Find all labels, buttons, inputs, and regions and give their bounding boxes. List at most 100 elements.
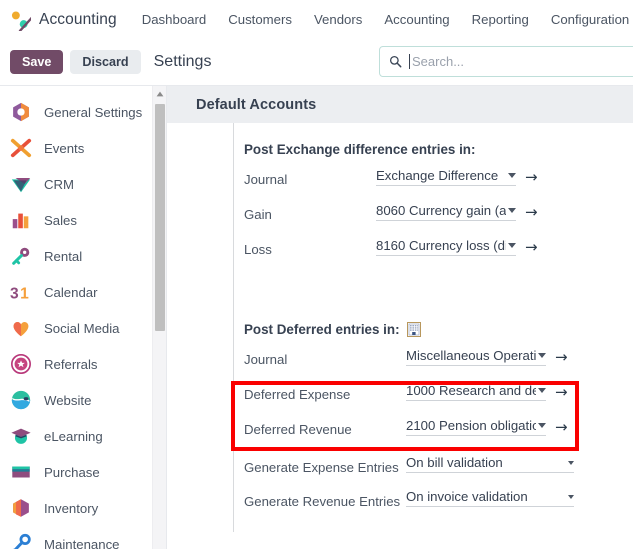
block-title-deferred: Post Deferred entries in: (244, 322, 633, 337)
field-label: Generate Revenue Entries (244, 489, 406, 511)
field-value: On bill validation (406, 455, 503, 470)
internal-link-arrow-icon[interactable]: → (525, 170, 538, 185)
field-control[interactable]: On bill validation (406, 455, 574, 473)
internal-link-arrow-icon[interactable]: → (525, 205, 538, 220)
field-control[interactable]: Exchange Difference → (376, 168, 538, 186)
crm-icon (10, 173, 32, 195)
search-box[interactable]: Search... (379, 46, 633, 77)
sidebar-item-general-settings[interactable]: General Settings (0, 94, 166, 130)
internal-link-arrow-icon[interactable]: → (555, 385, 568, 400)
sidebar-item-label: CRM (44, 177, 74, 192)
block-title-exchange: Post Exchange difference entries in: (244, 142, 633, 157)
field-row-deferred-journal: Journal Miscellaneous Operati → (244, 348, 633, 375)
sidebar-item-purchase[interactable]: Purchase (0, 454, 166, 490)
sidebar-scrollbar[interactable] (152, 86, 166, 549)
sidebar-item-website[interactable]: Website (0, 382, 166, 418)
gain-account-select[interactable]: 8060 Currency gain (ac (376, 203, 516, 221)
deferred-revenue-account-select[interactable]: 2100 Pension obligatio (406, 418, 546, 436)
field-row-exchange-gain: Gain 8060 Currency gain (ac → (244, 203, 633, 230)
nav-item-accounting[interactable]: Accounting (373, 8, 460, 31)
chevron-down-icon[interactable] (538, 423, 546, 428)
sidebar-scrollbar-thumb[interactable] (155, 104, 165, 331)
sidebar-item-sales[interactable]: Sales (0, 202, 166, 238)
sales-icon (10, 209, 32, 231)
chevron-down-icon[interactable] (538, 353, 546, 358)
chevron-down-icon[interactable] (538, 388, 546, 393)
deferred-expense-account-select[interactable]: 1000 Research and dev (406, 383, 546, 401)
search-text-caret (409, 54, 410, 69)
sidebar-item-inventory[interactable]: Inventory (0, 490, 166, 526)
settings-content: Default Accounts Post Exchange differenc… (167, 86, 633, 549)
sidebar-item-label: Maintenance (44, 537, 120, 549)
chevron-down-icon[interactable] (508, 173, 516, 178)
sidebar-item-social-media[interactable]: Social Media (0, 310, 166, 346)
sidebar-item-referrals[interactable]: Referrals (0, 346, 166, 382)
field-value: 2100 Pension obligatio (406, 418, 536, 433)
scroll-up-arrow-icon[interactable] (156, 91, 164, 97)
nav-item-dashboard[interactable]: Dashboard (131, 8, 218, 31)
nav-item-vendors[interactable]: Vendors (303, 8, 373, 31)
internal-link-arrow-icon[interactable]: → (555, 350, 568, 365)
sidebar-item-calendar[interactable]: 3 1 Calendar (0, 274, 166, 310)
field-label: Generate Expense Entries (244, 455, 406, 477)
chevron-down-icon[interactable] (568, 495, 574, 499)
section-title: Default Accounts (196, 97, 316, 113)
sidebar-item-rental[interactable]: Rental (0, 238, 166, 274)
sidebar-item-crm[interactable]: CRM (0, 166, 166, 202)
nav-item-configuration[interactable]: Configuration (540, 8, 633, 31)
chevron-down-icon[interactable] (568, 461, 574, 465)
sidebar-item-label: Calendar (44, 285, 98, 300)
sidebar-item-label: Sales (44, 213, 77, 228)
field-control[interactable]: 8160 Currency loss (dis → (376, 238, 538, 256)
loss-account-select[interactable]: 8160 Currency loss (dis (376, 238, 516, 256)
brand-home-button[interactable]: Accounting (0, 9, 131, 31)
sidebar-item-label: Events (44, 141, 84, 156)
field-label: Loss (244, 238, 376, 259)
discard-button[interactable]: Discard (70, 50, 140, 74)
field-control[interactable]: 8060 Currency gain (ac → (376, 203, 538, 221)
field-control[interactable]: Miscellaneous Operati → (406, 348, 568, 366)
field-row-exchange-journal: Journal Exchange Difference → (244, 168, 633, 195)
chevron-down-icon[interactable] (508, 208, 516, 213)
block-title-text: Post Deferred entries in: (244, 322, 400, 337)
inventory-icon (10, 497, 32, 519)
referrals-icon (10, 353, 32, 375)
field-control[interactable]: 1000 Research and dev → (406, 383, 568, 401)
field-row-deferred-revenue: Deferred Revenue 2100 Pension obligatio … (244, 418, 633, 445)
sidebar-item-label: Purchase (44, 465, 100, 480)
odoo-logo-icon (9, 9, 31, 31)
general-settings-icon (10, 101, 32, 123)
sidebar-item-label: Inventory (44, 501, 98, 516)
field-label: Deferred Expense (244, 383, 406, 404)
field-row-exchange-loss: Loss 8160 Currency loss (dis → (244, 238, 633, 265)
search-icon (389, 55, 402, 68)
journal-select[interactable]: Exchange Difference (376, 168, 516, 186)
field-value: 8060 Currency gain (ac (376, 203, 506, 218)
settings-sidebar: General Settings Events CRM (0, 86, 166, 549)
deferred-journal-select[interactable]: Miscellaneous Operati (406, 348, 546, 366)
generate-revenue-entries-select[interactable]: On invoice validation (406, 489, 574, 507)
sidebar-item-elearning[interactable]: eLearning (0, 418, 166, 454)
sidebar-item-label: Social Media (44, 321, 120, 336)
building-icon (407, 322, 421, 337)
social-media-icon (10, 317, 32, 339)
internal-link-arrow-icon[interactable]: → (555, 420, 568, 435)
field-label: Journal (244, 348, 406, 369)
svg-text:3: 3 (10, 285, 19, 302)
save-button[interactable]: Save (10, 50, 63, 74)
internal-link-arrow-icon[interactable]: → (525, 240, 538, 255)
rental-icon (10, 245, 32, 267)
search-input[interactable]: Search... (412, 54, 464, 69)
nav-item-reporting[interactable]: Reporting (461, 8, 540, 31)
block-rail (233, 123, 234, 275)
purchase-icon (10, 461, 32, 483)
generate-expense-entries-select[interactable]: On bill validation (406, 455, 574, 473)
sidebar-item-maintenance[interactable]: Maintenance (0, 526, 166, 549)
field-value: 1000 Research and dev (406, 383, 536, 398)
field-control[interactable]: 2100 Pension obligatio → (406, 418, 568, 436)
nav-item-customers[interactable]: Customers (217, 8, 303, 31)
sidebar-item-events[interactable]: Events (0, 130, 166, 166)
field-control[interactable]: On invoice validation (406, 489, 574, 507)
website-icon (10, 389, 32, 411)
chevron-down-icon[interactable] (508, 243, 516, 248)
